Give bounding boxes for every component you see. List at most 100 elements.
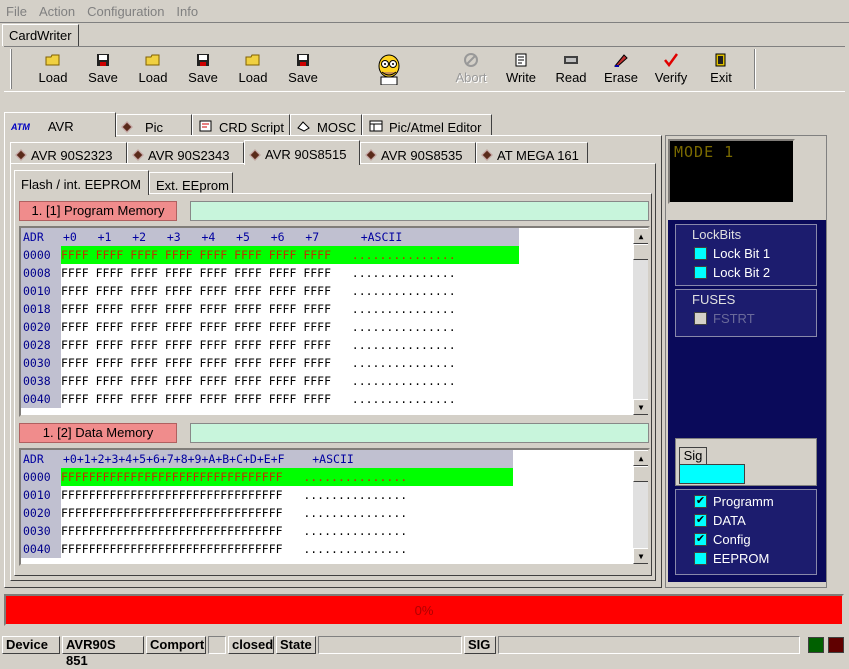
scroll-down-icon[interactable]: ▼: [633, 399, 648, 415]
toolbar: Load Save Load Save Load Save Abort Writ…: [4, 46, 845, 92]
eeprom-checkbox[interactable]: EEPROM: [676, 549, 816, 568]
table-row[interactable]: 0020 FFFFFFFFFFFFFFFFFFFFFFFFFFFFFFFF ...…: [21, 504, 648, 522]
tab-avr[interactable]: ATM AVR: [4, 112, 116, 137]
table-row[interactable]: 0030 FFFF FFFF FFFF FFFF FFFF FFFF FFFF F…: [21, 354, 648, 372]
config-checkbox[interactable]: ✔ Config: [676, 530, 816, 549]
program-memory-scrollbar[interactable]: ▲ ▼: [632, 228, 648, 415]
menu-configuration[interactable]: Configuration: [81, 4, 170, 19]
scroll-up-icon[interactable]: ▲: [633, 228, 648, 244]
scroll-up-icon[interactable]: ▲: [633, 450, 648, 466]
tab-pic[interactable]: Pic: [116, 114, 192, 136]
program-memory-label: 1. [1] Program Memory: [19, 201, 177, 221]
save-config-button[interactable]: Save: [278, 47, 328, 91]
mode-display: MODE 1: [668, 139, 795, 204]
sig-label: Sig: [679, 447, 707, 465]
program-memory-view[interactable]: ADR +0 +1 +2 +3 +4 +5 +6 +7 +ASCII 0000 FF…: [19, 226, 650, 417]
tab-flash-eeprom[interactable]: Flash / int. EEPROM: [14, 170, 149, 195]
tab-avr-90s2343[interactable]: AVR 90S2343: [127, 142, 244, 164]
diamond-icon: [15, 149, 27, 161]
table-row[interactable]: 0020 FFFF FFFF FFFF FFFF FFFF FFFF FFFF F…: [21, 318, 648, 336]
table-row[interactable]: 0028 FFFF FFFF FFFF FFFF FFFF FFFF FFFF F…: [21, 336, 648, 354]
menu-info[interactable]: Info: [170, 4, 204, 19]
scroll-down-icon[interactable]: ▼: [633, 548, 648, 564]
sig-group: Sig: [675, 438, 817, 486]
checkbox-icon: [694, 552, 707, 565]
device-value: AVR90S 851: [62, 636, 144, 668]
tab-mosc[interactable]: MOSC: [290, 114, 362, 136]
checkbox-icon: [694, 247, 707, 260]
tab-ext-eeprom[interactable]: Ext. EEprom: [149, 172, 233, 194]
lock-bit-1-checkbox[interactable]: Lock Bit 1: [676, 244, 816, 263]
diamond-icon: [121, 121, 133, 133]
status-led-green: [808, 637, 824, 653]
save-data-button[interactable]: Save: [178, 47, 228, 91]
save-program-button[interactable]: Save: [78, 47, 128, 91]
fstrt-checkbox[interactable]: FSTRT: [676, 309, 816, 328]
folder-icon: [45, 52, 61, 68]
lock-bit-2-checkbox[interactable]: Lock Bit 2: [676, 263, 816, 282]
progress-bar: 0%: [4, 594, 844, 626]
table-row[interactable]: 0040 FFFFFFFFFFFFFFFFFFFFFFFFFFFFFFFF ...…: [21, 540, 648, 558]
folder-icon: [245, 52, 261, 68]
table-row[interactable]: 0038 FFFF FFFF FFFF FFFF FFFF FFFF FFFF F…: [21, 372, 648, 390]
tab-avr-90s8535[interactable]: AVR 90S8535: [360, 142, 476, 164]
data-memory-view[interactable]: ADR +0+1+2+3+4+5+6+7+8+9+A+B+C+D+E+F +ASC…: [19, 448, 650, 566]
tab-cardwriter[interactable]: CardWriter: [2, 24, 79, 46]
table-row[interactable]: 0008 FFFF FFFF FFFF FFFF FFFF FFFF FFFF F…: [21, 264, 648, 282]
tab-avr-90s8515[interactable]: AVR 90S8515: [244, 140, 360, 165]
program-memory-info-bar: [190, 201, 649, 221]
checkbox-icon: ✔: [694, 533, 707, 546]
diamond-icon: [365, 149, 377, 161]
verify-button[interactable]: Verify: [646, 47, 696, 91]
erase-button[interactable]: Erase: [596, 47, 646, 91]
main-tab-strip: ATM AVR Pic CRD Script MOSC Pic/Atmel Edi…: [4, 111, 492, 137]
avr-chip-icon: ATM: [11, 121, 30, 132]
diamond-icon: [132, 149, 144, 161]
read-button[interactable]: Read: [546, 47, 596, 91]
mosc-icon: [297, 120, 311, 135]
tab-pic-atmel-editor[interactable]: Pic/Atmel Editor: [362, 114, 492, 136]
sig-status-label: SIG: [464, 636, 496, 654]
data-memory-label: 1. [2] Data Memory: [19, 423, 177, 443]
table-row[interactable]: 0018 FFFF FFFF FFFF FFFF FFFF FFFF FFFF F…: [21, 300, 648, 318]
tab-avr-90s2323[interactable]: AVR 90S2323: [10, 142, 127, 164]
exit-button[interactable]: Exit: [696, 47, 746, 91]
tab-at-mega-161[interactable]: AT MEGA 161: [476, 142, 588, 164]
table-row[interactable]: 0000 FFFFFFFFFFFFFFFFFFFFFFFFFFFFFFFF ...…: [21, 468, 648, 486]
check-icon: [663, 52, 679, 68]
abort-button[interactable]: Abort: [446, 47, 496, 91]
read-icon: [563, 52, 579, 68]
script-icon: [199, 120, 213, 135]
load-data-button[interactable]: Load: [128, 47, 178, 91]
save-icon: [295, 52, 311, 68]
sig-field: [679, 464, 745, 484]
menu-file[interactable]: File: [0, 4, 33, 19]
memory-tab-strip: Flash / int. EEPROM Ext. EEprom: [14, 169, 233, 195]
device-tab-strip: AVR 90S2323 AVR 90S2343 AVR 90S8515 AVR …: [10, 139, 588, 165]
load-program-button[interactable]: Load: [28, 47, 78, 91]
mascot-icon: [374, 53, 404, 86]
status-led-red: [828, 637, 844, 653]
checkbox-icon: [694, 312, 707, 325]
data-checkbox[interactable]: ✔ DATA: [676, 511, 816, 530]
diamond-icon: [481, 149, 493, 161]
tab-crd-script[interactable]: CRD Script: [192, 114, 290, 136]
table-row[interactable]: 0010 FFFFFFFFFFFFFFFFFFFFFFFFFFFFFFFF ...…: [21, 486, 648, 504]
data-memory-info-bar: [190, 423, 649, 443]
fuses-group: FUSES FSTRT: [675, 289, 817, 337]
load-config-button[interactable]: Load: [228, 47, 278, 91]
menu-action[interactable]: Action: [33, 4, 81, 19]
programm-checkbox[interactable]: ✔ Programm: [676, 492, 816, 511]
table-row[interactable]: 0040 FFFF FFFF FFFF FFFF FFFF FFFF FFFF F…: [21, 390, 648, 408]
write-button[interactable]: Write: [496, 47, 546, 91]
table-row[interactable]: 0000 FFFF FFFF FFFF FFFF FFFF FFFF FFFF F…: [21, 246, 648, 264]
state-label: State: [276, 636, 316, 654]
scroll-thumb[interactable]: [633, 466, 648, 482]
save-icon: [95, 52, 111, 68]
data-memory-scrollbar[interactable]: ▲ ▼: [632, 450, 648, 564]
table-row[interactable]: 0030 FFFFFFFFFFFFFFFFFFFFFFFFFFFFFFFF ...…: [21, 522, 648, 540]
comport-value: closed: [228, 636, 274, 654]
stop-icon: [463, 52, 479, 68]
scroll-thumb[interactable]: [633, 244, 648, 260]
table-row[interactable]: 0010 FFFF FFFF FFFF FFFF FFFF FFFF FFFF F…: [21, 282, 648, 300]
